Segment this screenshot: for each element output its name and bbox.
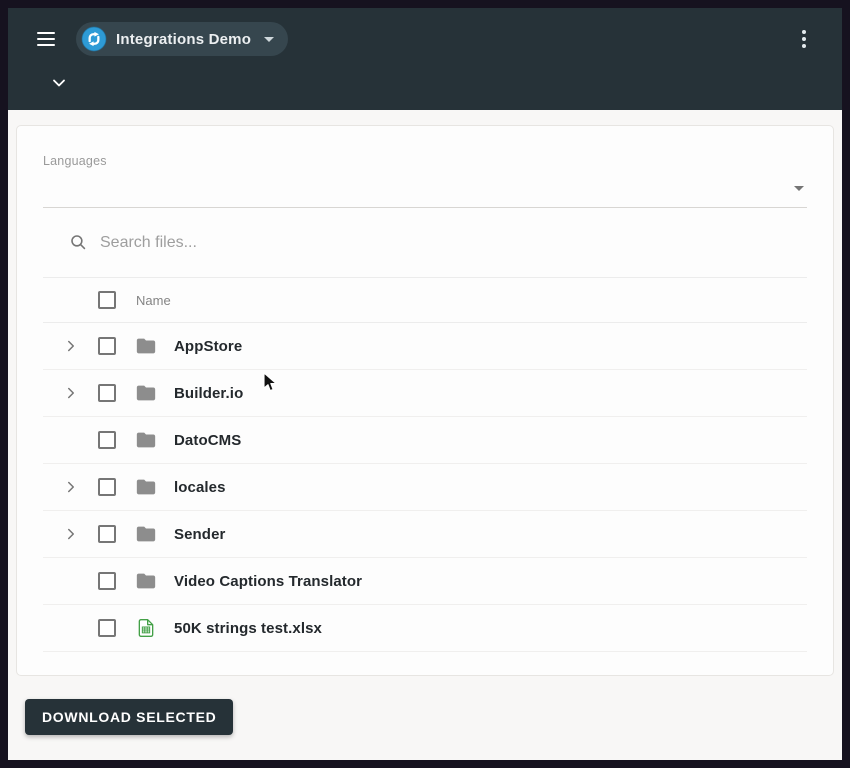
- search-bar: [43, 208, 807, 278]
- expand-chevron-icon[interactable]: [59, 334, 83, 358]
- project-selector-button[interactable]: Integrations Demo: [76, 22, 288, 56]
- folder-icon: [135, 429, 157, 451]
- tree-row[interactable]: AppStore: [43, 323, 807, 370]
- row-name: AppStore: [174, 338, 242, 355]
- tree-row[interactable]: 50K strings test.xlsx: [43, 605, 807, 652]
- folder-icon: [135, 523, 157, 545]
- expand-chevron-icon[interactable]: [59, 522, 83, 546]
- header-top-row: Integrations Demo: [24, 8, 826, 70]
- row-checkbox[interactable]: [98, 619, 116, 637]
- spreadsheet-file-icon: [136, 618, 156, 638]
- project-caret-icon: [264, 37, 274, 42]
- header-bottom-row: [24, 70, 826, 110]
- overflow-menu-button[interactable]: [792, 24, 816, 54]
- row-name: locales: [174, 479, 226, 496]
- tree-row[interactable]: locales: [43, 464, 807, 511]
- tree-row[interactable]: Builder.io: [43, 370, 807, 417]
- expand-chevron-icon[interactable]: [59, 381, 83, 405]
- collapse-chevron-button[interactable]: [46, 70, 72, 96]
- languages-caret-icon[interactable]: [794, 186, 804, 191]
- file-table-header: Name: [43, 278, 807, 323]
- file-table-body: AppStore Builder.io: [17, 323, 833, 652]
- project-name: Integrations Demo: [116, 31, 251, 48]
- row-name: Builder.io: [174, 385, 243, 402]
- main-content: Languages Name: [8, 110, 842, 760]
- row-checkbox[interactable]: [98, 337, 116, 355]
- expand-chevron-icon[interactable]: [59, 475, 83, 499]
- app-window: Integrations Demo Languages: [8, 8, 842, 760]
- hamburger-icon: [37, 32, 55, 34]
- select-all-checkbox[interactable]: [98, 291, 116, 309]
- tree-row[interactable]: Sender: [43, 511, 807, 558]
- tree-row[interactable]: Video Captions Translator: [43, 558, 807, 605]
- name-column-header: Name: [136, 293, 171, 308]
- tree-row[interactable]: DatoCMS: [43, 417, 807, 464]
- app-header: Integrations Demo: [8, 8, 842, 110]
- search-input[interactable]: [100, 234, 807, 252]
- hamburger-menu-button[interactable]: [34, 27, 58, 51]
- row-name: Video Captions Translator: [174, 573, 362, 590]
- chevron-down-icon: [49, 73, 69, 93]
- languages-label: Languages: [43, 154, 807, 168]
- row-checkbox[interactable]: [98, 478, 116, 496]
- row-name: DatoCMS: [174, 432, 241, 449]
- folder-icon: [135, 335, 157, 357]
- languages-select-field[interactable]: Languages: [43, 126, 807, 208]
- row-checkbox[interactable]: [98, 525, 116, 543]
- row-name: 50K strings test.xlsx: [174, 620, 322, 637]
- row-checkbox[interactable]: [98, 431, 116, 449]
- app-logo-sync-icon: [81, 26, 107, 52]
- row-name: Sender: [174, 526, 225, 543]
- kebab-icon: [802, 30, 806, 34]
- file-browser-card: Languages Name: [16, 125, 834, 676]
- row-checkbox[interactable]: [98, 384, 116, 402]
- folder-icon: [135, 382, 157, 404]
- folder-icon: [135, 570, 157, 592]
- folder-icon: [135, 476, 157, 498]
- row-checkbox[interactable]: [98, 572, 116, 590]
- search-icon: [69, 233, 88, 252]
- download-selected-button[interactable]: DOWNLOAD SELECTED: [25, 699, 233, 735]
